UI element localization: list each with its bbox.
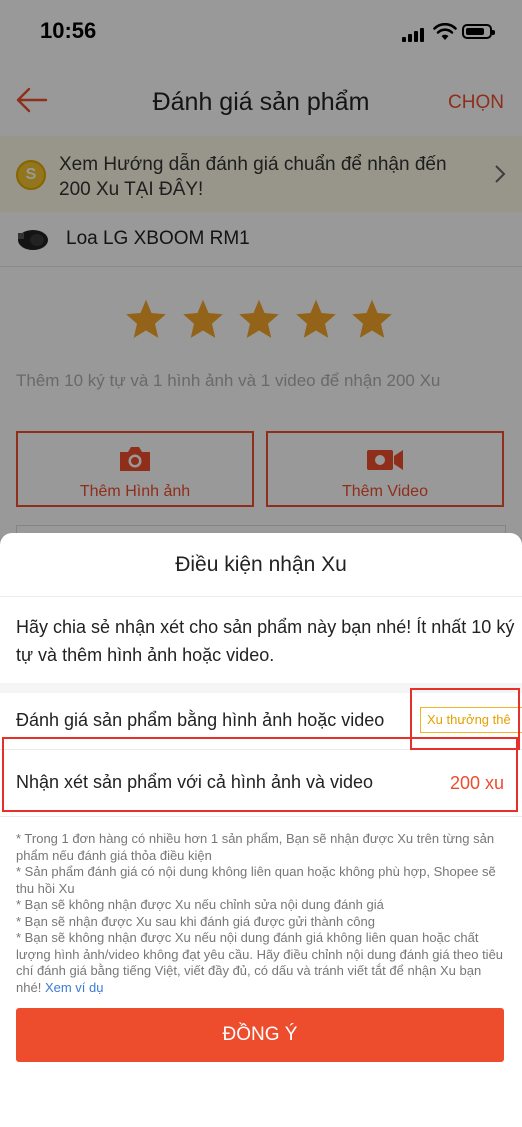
note-line: * Sản phẩm đánh giá có nội dung không li…: [16, 864, 496, 896]
highlight-box: [2, 737, 518, 812]
sheet-description: Hãy chia sẻ nhận xét cho sản phẩm này bạ…: [16, 617, 515, 665]
divider: [0, 596, 522, 597]
note-line: * Bạn sẽ không nhận được Xu nếu chỉnh sử…: [16, 897, 384, 912]
sheet-title: Điều kiện nhận Xu: [175, 553, 347, 576]
terms-notes: * Trong 1 đơn hàng có nhiều hơn 1 sản ph…: [16, 831, 506, 996]
example-link[interactable]: Xem ví dụ: [45, 980, 104, 995]
coin-conditions-sheet: Điều kiện nhận Xu Hãy chia sẻ nhận xét c…: [0, 533, 522, 1127]
note-line: * Bạn sẽ nhận được Xu sau khi đánh giá đ…: [16, 913, 375, 929]
agree-button[interactable]: ĐỒNG Ý: [16, 1008, 504, 1062]
note-line: * Trong 1 đơn hàng có nhiều hơn 1 sản ph…: [16, 831, 495, 863]
app-screen: 10:56 Đánh giá sản phẩm CHỌN S Xem Hướng…: [0, 0, 522, 1127]
note-last: * Bạn sẽ không nhận được Xu nếu nội dung…: [16, 930, 506, 996]
condition-label: Đánh giá sản phẩm bằng hình ảnh hoặc vid…: [16, 710, 385, 730]
